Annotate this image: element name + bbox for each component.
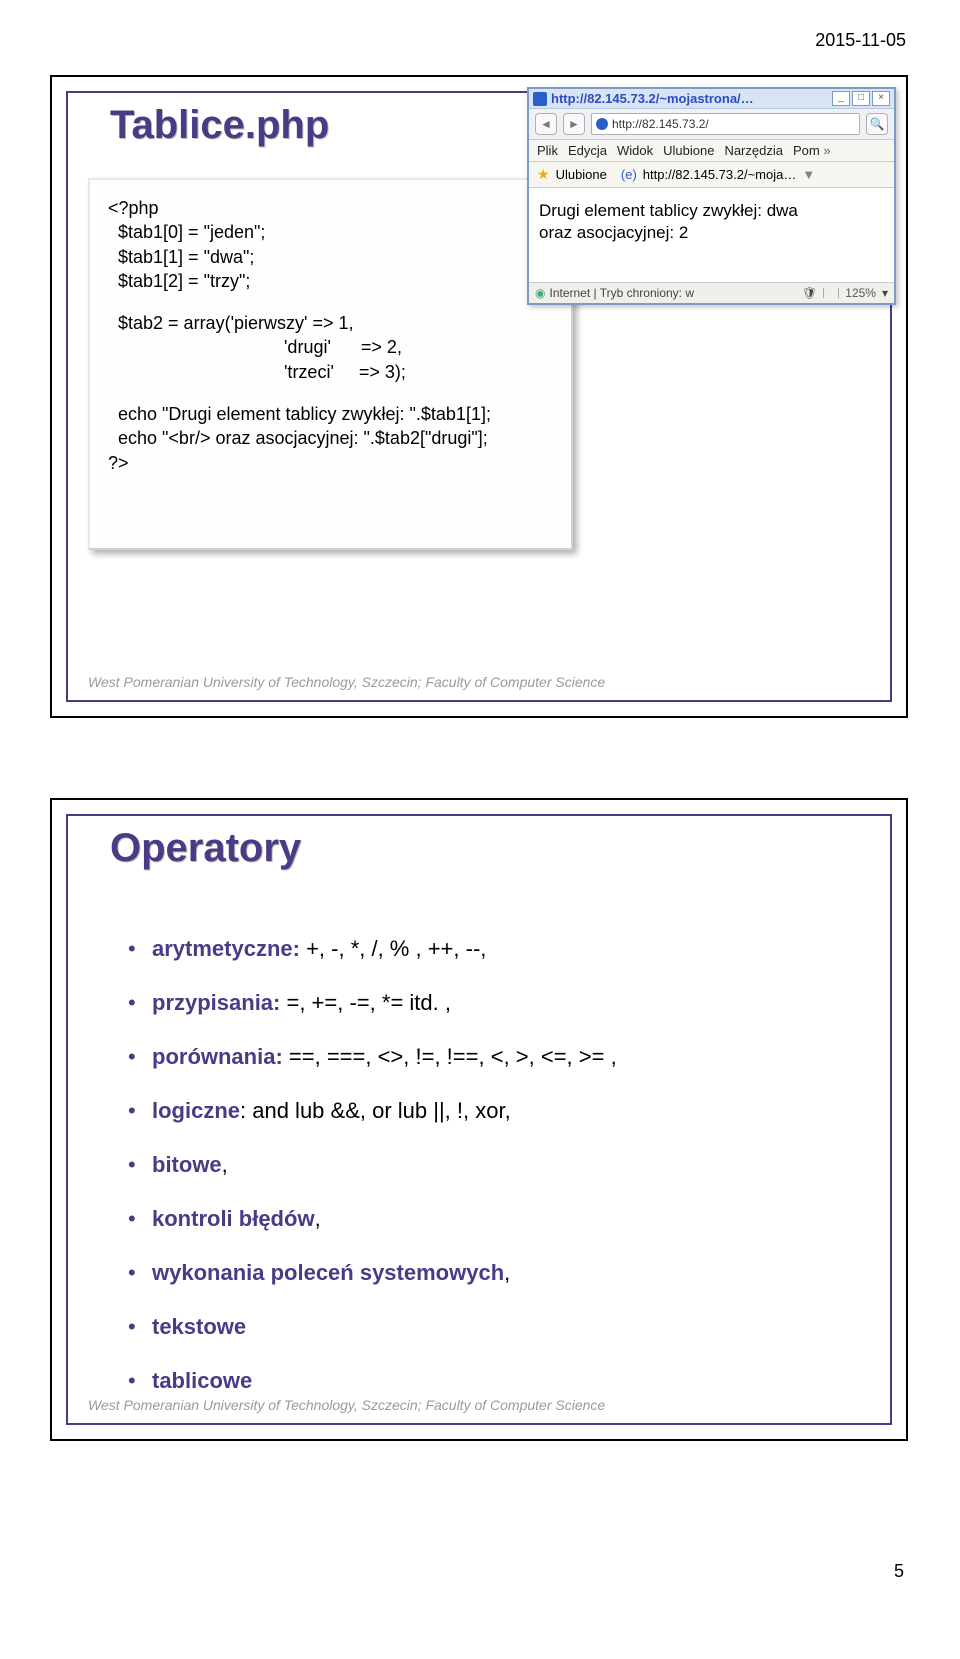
minimize-button[interactable]: _ [832, 91, 850, 106]
page-number: 5 [50, 1561, 904, 1582]
menu-narzedzia[interactable]: Narzędzia [724, 143, 783, 158]
browser-content: Drugi element tablicy zwykłej: dwa oraz … [529, 188, 894, 282]
bullet-rest: =, +=, -=, *= itd. , [280, 990, 451, 1015]
forward-button[interactable]: ► [563, 113, 585, 135]
url-text: http://82.145.73.2/ [612, 117, 709, 131]
slide-footer: West Pomeranian University of Technology… [88, 674, 605, 690]
bullet-label: przypisania: [152, 990, 280, 1015]
list-item: bitowe, [128, 1152, 850, 1178]
slide-footer: West Pomeranian University of Technology… [88, 1397, 605, 1413]
list-item: wykonania poleceń systemowych, [128, 1260, 850, 1286]
slide-tablice: Tablice.php <?php $tab1[0] = "jeden"; $t… [50, 75, 908, 718]
favorites-bar: ★ Ulubione (e) http://82.145.73.2/~moja…… [529, 162, 894, 188]
favicon-icon [533, 92, 547, 106]
list-item: tablicowe [128, 1368, 850, 1394]
code-box: <?php $tab1[0] = "jeden"; $tab1[1] = "dw… [88, 178, 573, 550]
menu-pomoc[interactable]: Pom [793, 143, 831, 158]
list-item: logiczne: and lub &&, or lub ||, !, xor, [128, 1098, 850, 1124]
bullet-rest: : and lub &&, or lub ||, !, xor, [240, 1098, 511, 1123]
list-item: tekstowe [128, 1314, 850, 1340]
bullet-label: wykonania poleceń systemowych [152, 1260, 504, 1285]
list-item: porównania: ==, ===, <>, !=, !==, <, >, … [128, 1044, 850, 1070]
slide2-title: Operatory [110, 826, 301, 871]
code-line: <?php [108, 196, 553, 220]
list-item: przypisania: =, +=, -=, *= itd. , [128, 990, 850, 1016]
code-line: echo "Drugi element tablicy zwykłej: ".$… [108, 402, 553, 426]
code-line: 'trzeci' => 3); [108, 360, 553, 384]
chevron-down-icon[interactable]: ▼ [802, 167, 815, 182]
favorite-link[interactable]: http://82.145.73.2/~moja… [643, 167, 797, 182]
bullet-rest: , [504, 1260, 510, 1285]
url-input[interactable]: http://82.145.73.2/ [591, 113, 860, 135]
code-line: $tab2 = array('pierwszy' => 1, [108, 311, 553, 335]
code-line: ?> [108, 451, 553, 475]
ie-icon [596, 118, 608, 130]
code-line: $tab1[1] = "dwa"; [108, 245, 553, 269]
address-bar: ◄ ► http://82.145.73.2/ 🔍 [529, 109, 894, 140]
blank-line [108, 293, 553, 311]
list-item: arytmetyczne: +, -, *, /, % , ++, --, [128, 936, 850, 962]
slide-inner: Tablice.php <?php $tab1[0] = "jeden"; $t… [66, 91, 892, 702]
bullet-label: kontroli błędów [152, 1206, 315, 1231]
status-text: Internet | Tryb chroniony: w [549, 286, 694, 300]
bullet-rest: , [315, 1206, 321, 1231]
star-icon: ★ [537, 166, 550, 183]
favorites-label[interactable]: Ulubione [556, 167, 607, 182]
browser-titlebar: http://82.145.73.2/~mojastrona/… _ □ × [529, 89, 894, 109]
slide-inner: Operatory arytmetyczne: +, -, *, /, % , … [66, 814, 892, 1425]
status-bar: ◉ Internet | Tryb chroniony: w 🛡 125% ▾ [529, 282, 894, 303]
ie-icon: (e) [621, 167, 637, 182]
page-date: 2015-11-05 [50, 30, 906, 51]
search-button[interactable]: 🔍 [866, 113, 888, 135]
back-button[interactable]: ◄ [535, 113, 557, 135]
browser-window: http://82.145.73.2/~mojastrona/… _ □ × ◄… [527, 87, 896, 305]
zoom-level[interactable]: 125% [845, 286, 876, 300]
menu-widok[interactable]: Widok [617, 143, 653, 158]
slide-operatory: Operatory arytmetyczne: +, -, *, /, % , … [50, 798, 908, 1441]
code-line: echo "<br/> oraz asocjacyjnej: ".$tab2["… [108, 426, 553, 450]
code-line: 'drugi' => 2, [108, 335, 553, 359]
protected-mode-icon: 🛡 [802, 286, 817, 300]
chevron-down-icon[interactable]: ▾ [882, 286, 888, 300]
bullet-label: logiczne [152, 1098, 240, 1123]
menu-edycja[interactable]: Edycja [568, 143, 607, 158]
code-line: $tab1[2] = "trzy"; [108, 269, 553, 293]
blank-line [108, 384, 553, 402]
bullet-list: arytmetyczne: +, -, *, /, % , ++, --, pr… [128, 936, 850, 1422]
menu-ulubione[interactable]: Ulubione [663, 143, 714, 158]
menu-plik[interactable]: Plik [537, 143, 558, 158]
title-url: http://82.145.73.2/~mojastrona/… [551, 91, 828, 106]
list-item: kontroli błędów, [128, 1206, 850, 1232]
shield-icon: ◉ [535, 286, 545, 300]
bullet-rest: +, -, *, /, % , ++, --, [300, 936, 486, 961]
content-line: Drugi element tablicy zwykłej: dwa [539, 200, 884, 222]
bullet-label: tekstowe [152, 1314, 246, 1339]
browser-menu: Plik Edycja Widok Ulubione Narzędzia Pom [529, 140, 894, 162]
close-button[interactable]: × [872, 91, 890, 106]
bullet-label: arytmetyczne: [152, 936, 300, 961]
code-line: $tab1[0] = "jeden"; [108, 220, 553, 244]
slide1-title: Tablice.php [110, 103, 329, 148]
bullet-label: porównania: [152, 1044, 283, 1069]
bullet-rest: ==, ===, <>, !=, !==, <, >, <=, >= , [283, 1044, 617, 1069]
bullet-label: tablicowe [152, 1368, 252, 1393]
content-line: oraz asocjacyjnej: 2 [539, 222, 884, 244]
zoom-slider[interactable] [823, 288, 839, 298]
bullet-label: bitowe [152, 1152, 222, 1177]
maximize-button[interactable]: □ [852, 91, 870, 106]
bullet-rest: , [222, 1152, 228, 1177]
